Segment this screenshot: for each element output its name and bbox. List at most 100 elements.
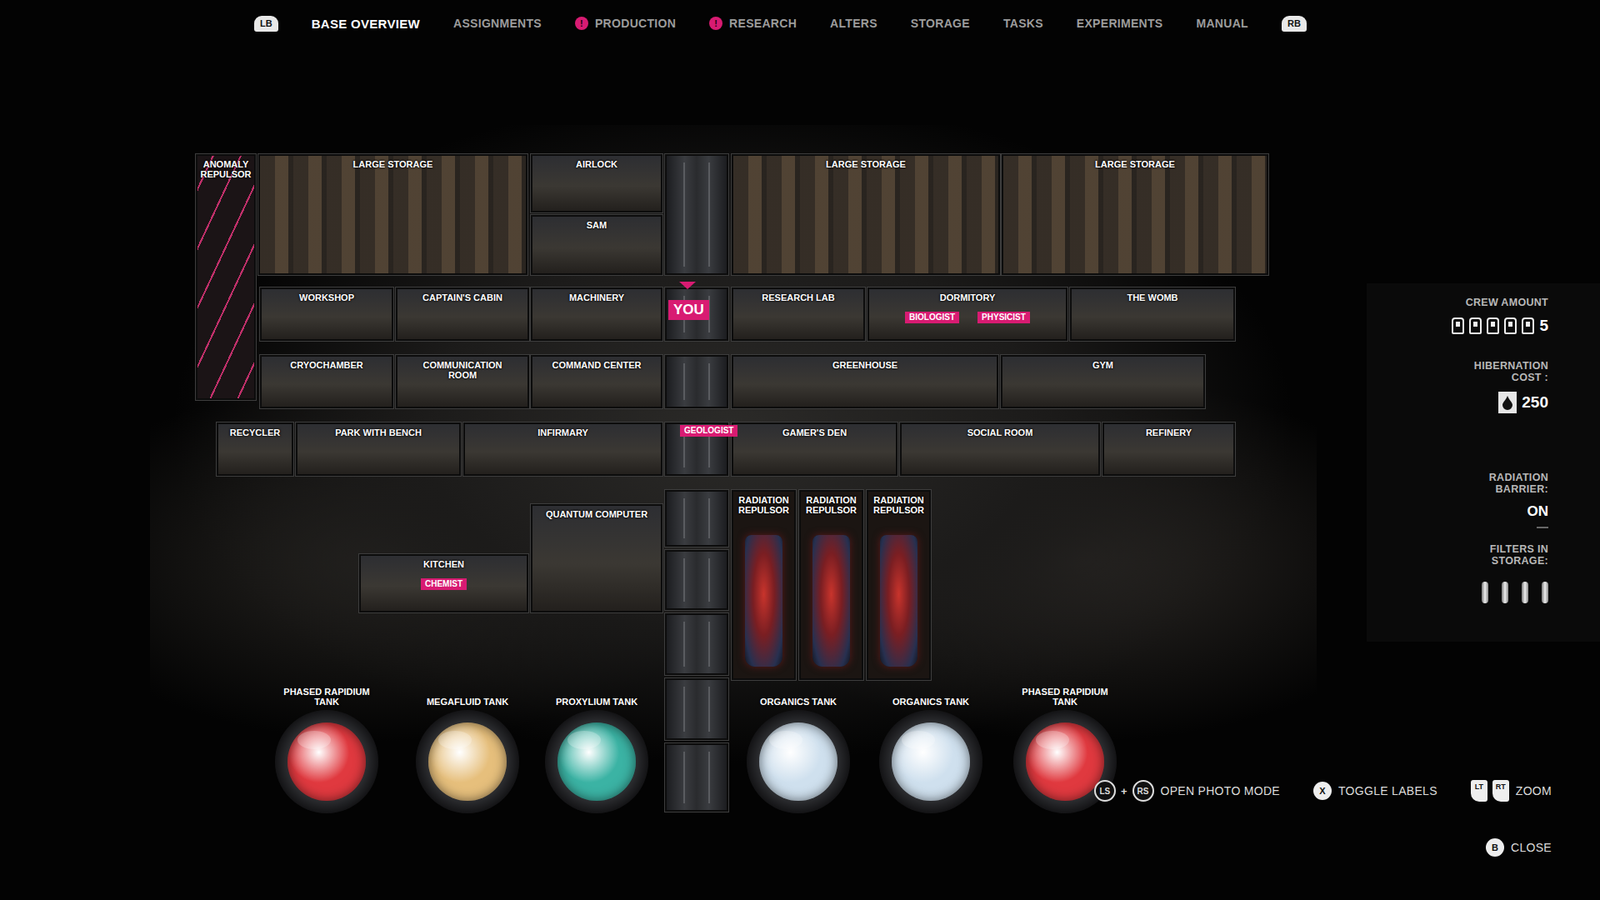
rb-button[interactable]: RB bbox=[1281, 15, 1307, 32]
base-room[interactable]: COMMAND CENTER bbox=[530, 355, 663, 409]
room-label: GREENHOUSE bbox=[808, 360, 922, 370]
elevator-rail bbox=[708, 751, 710, 804]
base-room[interactable]: CAPTAIN'S CABIN bbox=[395, 287, 530, 341]
room-interior bbox=[733, 491, 795, 679]
crew-count: 5 bbox=[1539, 316, 1549, 335]
base-room[interactable]: AIRLOCK bbox=[530, 154, 663, 213]
control-hint[interactable]: BCLOSE bbox=[1485, 838, 1552, 857]
base-room[interactable]: GREENHOUSE bbox=[731, 355, 999, 409]
nav-tab[interactable]: MANUAL bbox=[1196, 16, 1249, 30]
base-room[interactable]: KITCHENCHEMIST bbox=[359, 554, 529, 613]
base-overview-screen: LB BASE OVERVIEW ASSIGNMENTS !PRODUCTION! RE… bbox=[0, 0, 1600, 900]
tank-liquid bbox=[759, 722, 838, 801]
radiation-barrier-label: RADIATION BARRIER: bbox=[1456, 471, 1549, 495]
base-room[interactable]: REFINERY bbox=[1102, 422, 1235, 476]
tab-label[interactable]: EXPERIMENTS bbox=[1076, 16, 1164, 30]
elevator-rail bbox=[708, 686, 710, 732]
base-room[interactable]: LARGE STORAGE bbox=[258, 154, 528, 275]
elevator-segment bbox=[665, 743, 729, 812]
tab-label[interactable]: ASSIGNMENTS bbox=[453, 16, 542, 30]
base-room[interactable]: COMMUNICATION ROOM bbox=[395, 355, 530, 409]
base-room[interactable]: RESEARCH LAB bbox=[731, 287, 865, 341]
tank-label: MEGAFLUID TANK bbox=[426, 685, 509, 707]
tab-label[interactable]: PRODUCTION bbox=[595, 16, 676, 30]
base-room[interactable]: RADIATION REPULSOR bbox=[866, 490, 931, 680]
nav-tab[interactable]: !PRODUCTION bbox=[575, 16, 676, 30]
control-hint[interactable]: XTOGGLE LABELS bbox=[1313, 781, 1438, 800]
top-nav: LB BASE OVERVIEW ASSIGNMENTS !PRODUCTION! RE… bbox=[0, 0, 1600, 34]
elevator-rail bbox=[683, 686, 685, 732]
lb-button[interactable]: LB bbox=[254, 15, 279, 32]
resource-tank[interactable]: PROXYLIUM TANK bbox=[534, 685, 660, 814]
tab-label[interactable]: STORAGE bbox=[910, 16, 970, 30]
hint-label: OPEN PHOTO MODE bbox=[1160, 784, 1280, 798]
tank-label: ORGANICS TANK bbox=[892, 685, 970, 707]
base-room[interactable]: PARK WITH BENCH bbox=[295, 422, 461, 476]
base-room[interactable]: GYM bbox=[1000, 355, 1205, 409]
filter-icon bbox=[1481, 581, 1489, 604]
resource-tank[interactable]: MEGAFLUID TANK bbox=[405, 685, 530, 814]
radiation-barrier-value: ON bbox=[1366, 503, 1549, 520]
elevator-rail bbox=[708, 498, 710, 539]
tab-label[interactable]: BASE OVERVIEW bbox=[311, 16, 420, 31]
base-room[interactable]: ANOMALY REPULSOR bbox=[195, 154, 256, 400]
resource-tank[interactable]: PHASED RAPIDIUM TANK bbox=[264, 685, 390, 814]
base-room[interactable]: QUANTUM COMPUTER bbox=[530, 504, 663, 613]
player-marker-icon bbox=[679, 281, 696, 290]
crew-member-icon bbox=[1451, 317, 1465, 335]
elevator-rail bbox=[708, 162, 710, 267]
resource-tank[interactable]: ORGANICS TANK bbox=[735, 685, 861, 814]
button-key-icon: LS bbox=[1094, 780, 1116, 802]
alert-icon: ! bbox=[709, 16, 723, 30]
repulsor-capsule bbox=[880, 535, 918, 667]
control-hint[interactable]: LS+RSOPEN PHOTO MODE bbox=[1094, 780, 1280, 802]
nav-tab[interactable]: ASSIGNMENTS bbox=[453, 16, 542, 30]
tab-label[interactable]: ALTERS bbox=[830, 16, 878, 30]
base-room[interactable]: CRYOCHAMBER bbox=[260, 355, 394, 409]
base-room[interactable]: RADIATION REPULSOR bbox=[731, 490, 796, 680]
tab-label[interactable]: TASKS bbox=[1003, 16, 1044, 30]
nav-tab[interactable]: ! RESEARCH bbox=[709, 16, 797, 30]
base-room[interactable]: INFIRMARY bbox=[463, 422, 663, 476]
tank-housing bbox=[275, 710, 379, 814]
base-room[interactable]: GAMER'S DEN bbox=[731, 422, 898, 476]
base-room[interactable]: RADIATION REPULSOR bbox=[799, 490, 864, 680]
control-hint[interactable]: LTRTZOOM bbox=[1470, 780, 1552, 802]
tank-liquid bbox=[557, 722, 636, 801]
water-drop-icon bbox=[1498, 391, 1517, 414]
nav-tab[interactable]: BASE OVERVIEW bbox=[311, 16, 420, 31]
room-label: MACHINERY bbox=[540, 292, 654, 303]
base-room[interactable]: RECYCLER bbox=[216, 422, 294, 476]
base-map: ANOMALY REPULSORLARGE STORAGEAIRLOCKSAML… bbox=[0, 0, 1600, 900]
elevator-rail bbox=[708, 621, 710, 667]
nav-tab[interactable]: EXPERIMENTS bbox=[1076, 16, 1164, 30]
elevator-rail bbox=[683, 363, 685, 400]
room-label: GYM bbox=[1046, 360, 1160, 370]
nav-tab[interactable]: TASKS bbox=[1003, 16, 1044, 30]
base-room[interactable]: WORKSHOP bbox=[260, 287, 394, 341]
elevator-rail bbox=[683, 162, 685, 267]
filters-label: FILTERS IN STORAGE: bbox=[1456, 543, 1549, 567]
alert-slot: ! bbox=[709, 16, 730, 30]
crew-badge: PHYSICIST bbox=[977, 311, 1030, 324]
base-room[interactable]: THE WOMB bbox=[1070, 287, 1235, 341]
base-room[interactable]: DORMITORYBIOLOGISTPHYSICIST bbox=[867, 287, 1068, 341]
room-label: DORMITORY bbox=[910, 292, 1025, 303]
base-room[interactable]: MACHINERY bbox=[530, 287, 663, 341]
button-key-icon: B bbox=[1485, 838, 1505, 857]
tank-label: PHASED RAPIDIUM TANK bbox=[280, 685, 374, 707]
base-room[interactable]: SAM bbox=[530, 215, 663, 275]
resource-tank[interactable]: ORGANICS TANK bbox=[868, 685, 994, 814]
nav-tab[interactable]: STORAGE bbox=[910, 16, 970, 30]
base-room[interactable]: SOCIAL ROOM bbox=[900, 422, 1100, 476]
tab-label[interactable]: MANUAL bbox=[1196, 16, 1249, 30]
hint-row: BCLOSE bbox=[1485, 838, 1552, 857]
nav-tab[interactable]: ALTERS bbox=[830, 16, 878, 30]
filter-icon bbox=[1541, 581, 1549, 604]
elevator-rail bbox=[708, 363, 710, 400]
base-room[interactable]: LARGE STORAGE bbox=[1001, 154, 1269, 275]
base-room[interactable]: LARGE STORAGE bbox=[731, 154, 1000, 275]
tab-label[interactable]: RESEARCH bbox=[729, 16, 797, 30]
tank-housing bbox=[746, 710, 850, 814]
hint-label: ZOOM bbox=[1515, 784, 1552, 798]
